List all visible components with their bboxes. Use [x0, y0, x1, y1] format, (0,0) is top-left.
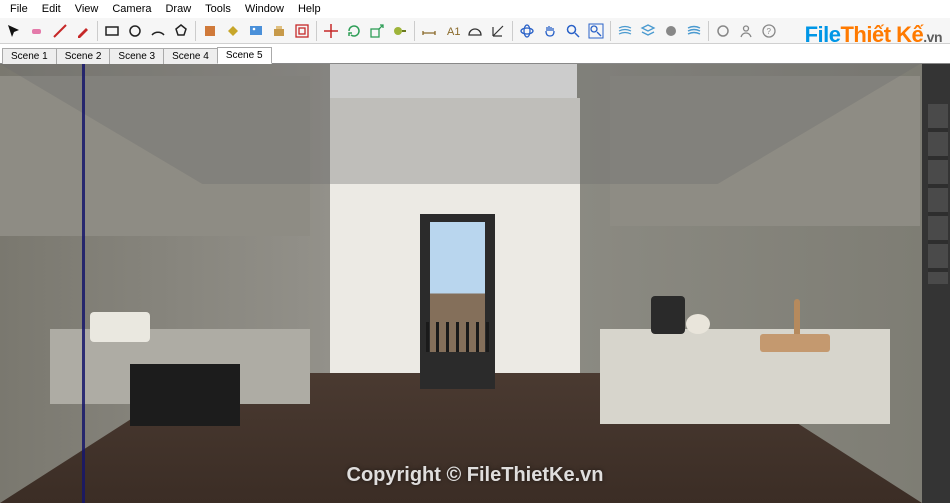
stand-mixer: [651, 296, 685, 334]
push-pull-tool-icon[interactable]: [268, 20, 290, 42]
scale-tool-icon[interactable]: [366, 20, 388, 42]
balcony-door: [420, 214, 495, 389]
pan-tool-icon[interactable]: [539, 20, 561, 42]
dimension-tool-icon[interactable]: [418, 20, 440, 42]
menu-bar: File Edit View Camera Draw Tools Window …: [0, 0, 950, 18]
menu-camera[interactable]: Camera: [106, 2, 157, 16]
logo-part-thietke: Thiết Kế: [840, 22, 923, 47]
scene-tab-4[interactable]: Scene 4: [163, 48, 218, 64]
styles-tool-icon[interactable]: [712, 20, 734, 42]
menu-window[interactable]: Window: [239, 2, 290, 16]
scene-tab-3[interactable]: Scene 3: [109, 48, 164, 64]
menu-draw[interactable]: Draw: [159, 2, 197, 16]
toolbar-separator: [512, 21, 513, 41]
tape-measure-tool-icon[interactable]: [389, 20, 411, 42]
scene-tab-2[interactable]: Scene 2: [56, 48, 111, 64]
menu-help[interactable]: Help: [292, 2, 327, 16]
toolbar-separator: [610, 21, 611, 41]
toolbar-separator: [414, 21, 415, 41]
pencil-tool-icon[interactable]: [72, 20, 94, 42]
menu-edit[interactable]: Edit: [36, 2, 67, 16]
help-tool-icon[interactable]: ?: [758, 20, 780, 42]
layers-tool-icon[interactable]: [637, 20, 659, 42]
axes-tool-icon[interactable]: [487, 20, 509, 42]
menu-view[interactable]: View: [69, 2, 105, 16]
circle-tool-icon[interactable]: [124, 20, 146, 42]
mixer-bowl: [686, 314, 710, 334]
toolbar-separator: [97, 21, 98, 41]
svg-text:?: ?: [767, 27, 772, 36]
svg-text:A1: A1: [447, 26, 460, 38]
fog-tool-icon[interactable]: [683, 20, 705, 42]
zoom-tool-icon[interactable]: [562, 20, 584, 42]
toolbar-separator: [195, 21, 196, 41]
rice-cooker: [90, 312, 150, 342]
text-tool-icon[interactable]: A1: [441, 20, 463, 42]
line-tool-icon[interactable]: [49, 20, 71, 42]
site-logo: FileThiết Kế.vn: [805, 22, 942, 48]
kitchen-sink: [760, 334, 830, 352]
paint-bucket-tool-icon[interactable]: [222, 20, 244, 42]
arc-tool-icon[interactable]: [147, 20, 169, 42]
rotate-tool-icon[interactable]: [343, 20, 365, 42]
rectangle-tool-icon[interactable]: [101, 20, 123, 42]
move-tool-icon[interactable]: [320, 20, 342, 42]
component-tool-icon[interactable]: [199, 20, 221, 42]
profile-tool-icon[interactable]: [735, 20, 757, 42]
orbit-tool-icon[interactable]: [516, 20, 538, 42]
select-tool-icon[interactable]: [3, 20, 25, 42]
toolbar-separator: [316, 21, 317, 41]
scene-tab-1[interactable]: Scene 1: [2, 48, 57, 64]
shadows-tool-icon[interactable]: [660, 20, 682, 42]
section-plane-tool-icon[interactable]: [614, 20, 636, 42]
right-shelf-unit: [928, 104, 948, 284]
scene-tab-5[interactable]: Scene 5: [217, 47, 272, 64]
eraser-tool-icon[interactable]: [26, 20, 48, 42]
guide-edge: [82, 64, 85, 503]
zoom-extents-tool-icon[interactable]: [585, 20, 607, 42]
menu-file[interactable]: File: [4, 2, 34, 16]
polygon-tool-icon[interactable]: [170, 20, 192, 42]
menu-tools[interactable]: Tools: [199, 2, 237, 16]
oven-appliance: [130, 364, 240, 426]
model-viewport[interactable]: Copyright © FileThietKe.vn: [0, 64, 950, 503]
offset-tool-icon[interactable]: [291, 20, 313, 42]
balcony-railing: [426, 322, 489, 352]
faucet: [794, 299, 800, 337]
import-image-tool-icon[interactable]: [245, 20, 267, 42]
logo-part-file: File: [805, 22, 841, 47]
toolbar-separator: [708, 21, 709, 41]
logo-suffix: .vn: [923, 29, 942, 45]
counter-right: [600, 329, 890, 424]
protractor-tool-icon[interactable]: [464, 20, 486, 42]
